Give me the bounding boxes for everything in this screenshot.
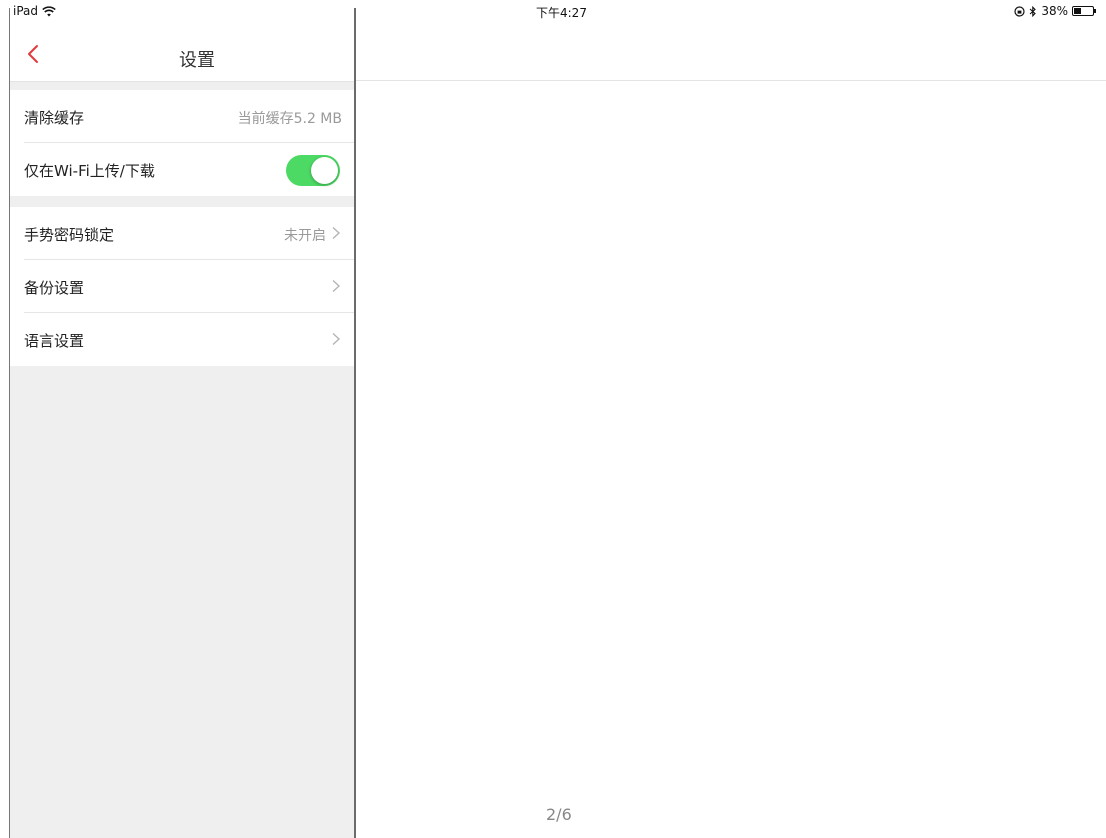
settings-group-storage: 清除缓存 当前缓存5.2 MB 仅在Wi-Fi上传/下载	[10, 90, 354, 196]
device-name: iPad	[13, 4, 39, 18]
language-settings-label: 语言设置	[24, 332, 85, 350]
battery-icon	[1072, 6, 1096, 16]
gesture-lock-row[interactable]: 手势密码锁定 未开启	[24, 207, 354, 260]
navigation-bar: 设置	[10, 22, 354, 82]
language-settings-row[interactable]: 语言设置	[24, 313, 354, 366]
chevron-right-icon	[332, 279, 341, 293]
page-indicator: 2/6	[546, 805, 572, 824]
clear-cache-row[interactable]: 清除缓存 当前缓存5.2 MB	[24, 90, 354, 143]
backup-settings-label: 备份设置	[24, 279, 85, 297]
gesture-lock-label: 手势密码锁定	[24, 226, 115, 244]
settings-group-security: 手势密码锁定 未开启 备份设置 语言设置	[10, 207, 354, 366]
status-time: 下午4:27	[536, 6, 587, 20]
orientation-lock-icon	[1014, 5, 1025, 17]
chevron-right-icon	[332, 226, 341, 240]
content-header-line	[356, 80, 1106, 81]
gesture-lock-status: 未开启	[284, 228, 326, 244]
status-bar: iPad 下午4:27 38%	[0, 0, 1106, 22]
battery-level	[1074, 8, 1081, 14]
backup-settings-row[interactable]: 备份设置	[24, 260, 354, 313]
chevron-right-icon	[332, 332, 341, 346]
bluetooth-icon	[1029, 5, 1037, 17]
settings-sidebar: 设置 清除缓存 当前缓存5.2 MB 仅在Wi-Fi上传/下载 手势密码锁定 未…	[10, 22, 354, 838]
battery-percent: 38%	[1041, 4, 1068, 18]
wifi-icon	[42, 5, 56, 16]
status-right: 38%	[1014, 4, 1096, 18]
toggle-knob	[311, 157, 338, 184]
page-title: 设置	[179, 50, 215, 71]
cache-size-value: 当前缓存5.2 MB	[237, 111, 342, 127]
wifi-only-label: 仅在Wi-Fi上传/下载	[24, 162, 155, 180]
split-divider[interactable]	[354, 8, 356, 838]
wifi-only-row: 仅在Wi-Fi上传/下载	[24, 143, 354, 196]
clear-cache-label: 清除缓存	[24, 109, 85, 127]
status-left: iPad	[13, 4, 56, 18]
wifi-only-toggle[interactable]	[286, 155, 340, 186]
